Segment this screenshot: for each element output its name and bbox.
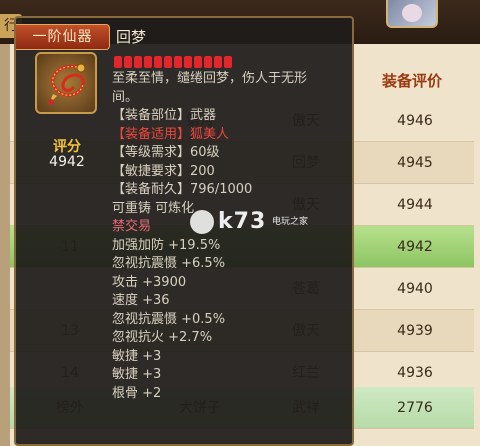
star-icon — [174, 56, 182, 68]
stat-line: 敏捷 +3 — [112, 348, 162, 364]
score-value: 4942 — [49, 154, 85, 170]
agility-requirement: 【敏捷要求】200 — [112, 163, 215, 179]
star-icon — [124, 56, 132, 68]
level-requirement: 【等级需求】60级 — [112, 145, 220, 160]
whip-weapon-icon — [35, 52, 97, 114]
star-icon — [154, 56, 162, 68]
stat-line: 根骨 +2 — [112, 385, 162, 401]
player-portrait[interactable] — [386, 0, 438, 28]
equip-score: 4942 — [397, 239, 433, 255]
stat-line: 攻击 +3900 — [112, 274, 187, 290]
equip-usable: 【装备适用】狐美人 — [112, 126, 230, 142]
stat-line: 速度 +36 — [112, 293, 170, 308]
description-line-2: 间。 — [112, 89, 139, 105]
star-icon — [194, 56, 202, 68]
stat-line: 忽视抗震慑 +6.5% — [112, 256, 226, 271]
equip-score: 2776 — [397, 400, 433, 416]
watermark-subtext: 电玩之家 — [272, 217, 309, 227]
durability: 【装备耐久】796/1000 — [112, 182, 253, 197]
equip-score: 4940 — [397, 281, 433, 297]
stat-line: 忽视抗震慑 +0.5% — [112, 311, 226, 327]
star-icon — [164, 56, 172, 68]
equip-score: 4944 — [397, 197, 433, 213]
equip-slot: 【装备部位】武器 — [112, 108, 217, 123]
left-border — [0, 44, 10, 446]
column-header-equip-rating: 装备评价 — [381, 72, 442, 90]
star-icon — [184, 56, 192, 68]
stat-list: 加强加防 +19.5% 忽视抗震慑 +6.5% 攻击 +3900 速度 +36 忽视抗震… — [112, 237, 352, 404]
description-line-1: 至柔至情，缱绻回梦，伤人于无形 — [112, 71, 308, 86]
equip-score: 4946 — [397, 113, 433, 129]
score-label: 评分 — [53, 139, 81, 155]
item-name: 回梦 — [116, 28, 147, 46]
star-icon — [134, 56, 142, 68]
tier-banner: 一阶仙器 — [16, 24, 110, 50]
stat-line: 加强加防 +19.5% — [112, 237, 221, 253]
watermark-logo-icon — [190, 210, 214, 234]
equip-score: 4945 — [397, 155, 433, 171]
star-icon — [204, 56, 212, 68]
star-icon — [224, 56, 232, 68]
site-watermark: k73 电玩之家 — [190, 208, 310, 238]
equip-score: 4939 — [397, 323, 433, 339]
stat-line: 敏捷 +3 — [112, 367, 162, 382]
star-icon — [144, 56, 152, 68]
stat-line: 忽视抗火 +2.7% — [112, 330, 213, 345]
star-icon — [214, 56, 222, 68]
portrait-face-icon — [402, 4, 422, 22]
watermark-text: k73 — [218, 209, 267, 234]
star-rating — [114, 56, 232, 68]
star-icon — [114, 56, 122, 68]
